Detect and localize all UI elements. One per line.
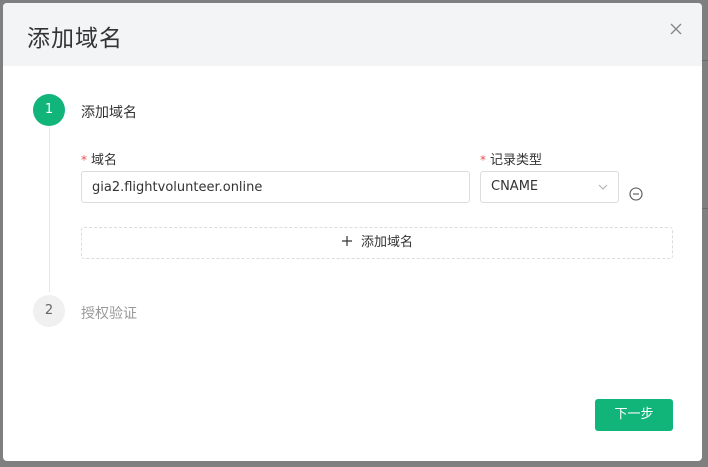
next-step-button[interactable]: 下一步 — [595, 399, 673, 431]
step-2-indicator: 2 — [33, 295, 65, 327]
required-mark: * — [81, 153, 87, 167]
record-type-field-label: * 记录类型 — [480, 149, 542, 168]
add-domain-button[interactable]: 添加域名 — [81, 227, 673, 259]
remove-row-icon[interactable] — [629, 186, 643, 201]
domain-label-text: 域名 — [91, 153, 118, 168]
step-1-indicator: 1 — [33, 94, 65, 126]
add-domain-dialog: 添加域名 1 添加域名 *域名 *记录类型 CNAME 添加域名 2 授权验证 … — [3, 3, 702, 461]
record-type-select[interactable]: CNAME — [480, 171, 619, 203]
record-type-label-text: 记录类型 — [490, 153, 543, 168]
close-icon[interactable] — [666, 19, 686, 39]
domain-input[interactable] — [81, 171, 470, 203]
chevron-down-icon — [598, 184, 608, 190]
required-mark: * — [480, 153, 486, 167]
dialog-header: 添加域名 — [3, 3, 702, 66]
step-connector — [49, 127, 50, 292]
step-2-label: 授权验证 — [81, 306, 137, 322]
step-1-label: 添加域名 — [81, 105, 137, 121]
plus-icon — [341, 236, 352, 246]
domain-field-label: * 域名 — [81, 149, 117, 168]
add-domain-label: 添加域名 — [360, 235, 413, 250]
dialog-title: 添加域名 — [27, 26, 123, 52]
record-type-value: CNAME — [491, 179, 539, 194]
